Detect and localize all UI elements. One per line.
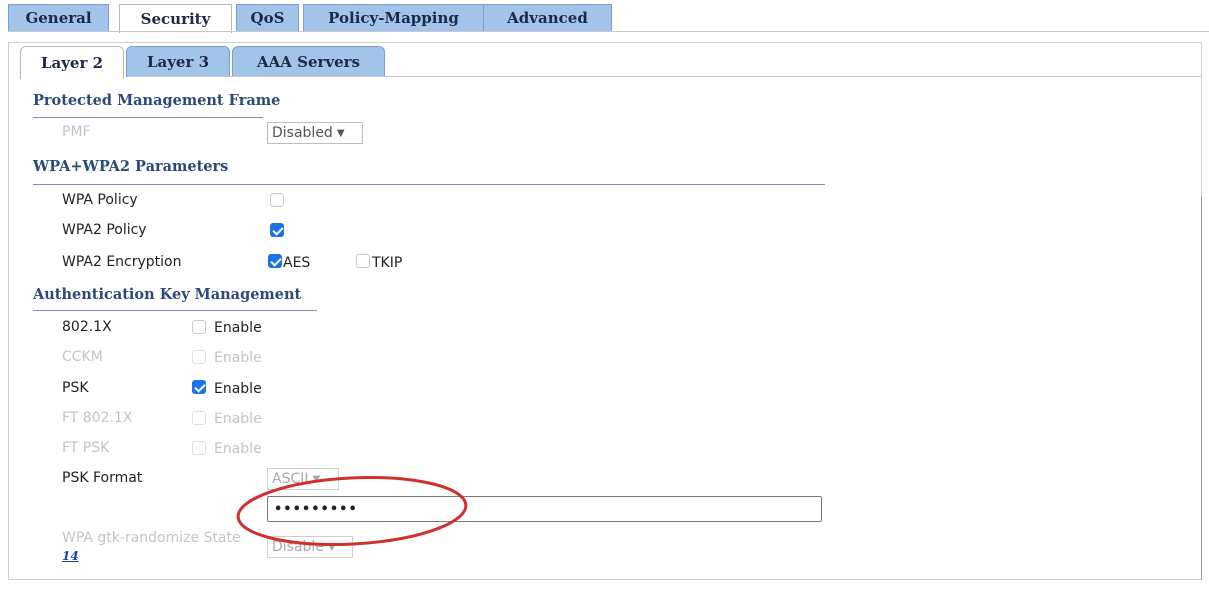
subtab-aaa-servers[interactable]: AAA Servers (232, 46, 385, 77)
akm-psk-checkbox[interactable] (192, 380, 206, 394)
pmf-section-underline (33, 117, 263, 118)
akm-cckm-checkbox[interactable] (192, 350, 206, 364)
psk-password-input[interactable]: ••••••••• (267, 496, 822, 522)
akm-ft-psk-label: FT PSK (62, 440, 110, 456)
tkip-label: TKIP (372, 255, 403, 271)
akm-ft-8021x-checkbox[interactable] (192, 411, 206, 425)
wpa-policy-label: WPA Policy (62, 192, 138, 208)
tab-qos[interactable]: QoS (236, 4, 299, 31)
tab-security[interactable]: Security (119, 4, 232, 33)
tab-general[interactable]: General (8, 4, 109, 31)
akm-ft-8021x-label: FT 802.1X (62, 410, 133, 426)
akm-ft-psk-enable-label: Enable (214, 441, 262, 457)
akm-8021x-checkbox[interactable] (192, 320, 206, 334)
chevron-down-icon: ▼ (312, 473, 321, 485)
panel-right-edge (1201, 196, 1202, 580)
wpa2-policy-label: WPA2 Policy (62, 222, 147, 238)
pmf-section-title: Protected Management Frame (33, 92, 281, 109)
wpa-section-underline (33, 184, 825, 185)
aes-checkbox[interactable] (268, 254, 282, 268)
subtab-layer-3[interactable]: Layer 3 (126, 46, 230, 77)
chevron-down-icon: ▼ (336, 127, 345, 139)
pmf-select[interactable]: Disabled ▼ (267, 122, 363, 144)
akm-section-title: Authentication Key Management (33, 286, 302, 303)
gtk-randomize-label: WPA gtk-randomize State (62, 530, 241, 546)
akm-ft-8021x-enable-label: Enable (214, 411, 262, 427)
akm-8021x-enable-label: Enable (214, 320, 262, 336)
akm-psk-enable-label: Enable (214, 381, 262, 397)
subtab-divider (128, 76, 1201, 77)
psk-format-select[interactable]: ASCII ▼ (267, 468, 339, 490)
gtk-randomize-select[interactable]: Disable ▼ (267, 536, 353, 558)
pmf-label: PMF (62, 124, 91, 140)
psk-format-label: PSK Format (62, 470, 143, 486)
tkip-checkbox[interactable] (356, 254, 370, 268)
akm-section-underline (33, 310, 317, 311)
tab-policy-mapping[interactable]: Policy-Mapping (303, 4, 484, 31)
akm-8021x-label: 802.1X (62, 319, 112, 335)
gtk-footnote-link[interactable]: 14 (62, 549, 79, 563)
tab-advanced[interactable]: Advanced (483, 4, 612, 31)
wpa-section-title: WPA+WPA2 Parameters (33, 158, 229, 175)
subtab-layer-2[interactable]: Layer 2 (20, 46, 124, 79)
wpa2-encryption-label: WPA2 Encryption (62, 254, 182, 270)
wpa2-policy-checkbox[interactable] (270, 223, 284, 237)
akm-psk-label: PSK (62, 380, 89, 396)
chevron-down-icon: ▼ (327, 541, 336, 553)
akm-cckm-enable-label: Enable (214, 350, 262, 366)
akm-ft-psk-checkbox[interactable] (192, 441, 206, 455)
aes-label: AES (283, 255, 311, 271)
tab-bar-divider (8, 31, 1209, 32)
akm-cckm-label: CCKM (62, 349, 103, 365)
wpa-policy-checkbox[interactable] (270, 193, 284, 207)
